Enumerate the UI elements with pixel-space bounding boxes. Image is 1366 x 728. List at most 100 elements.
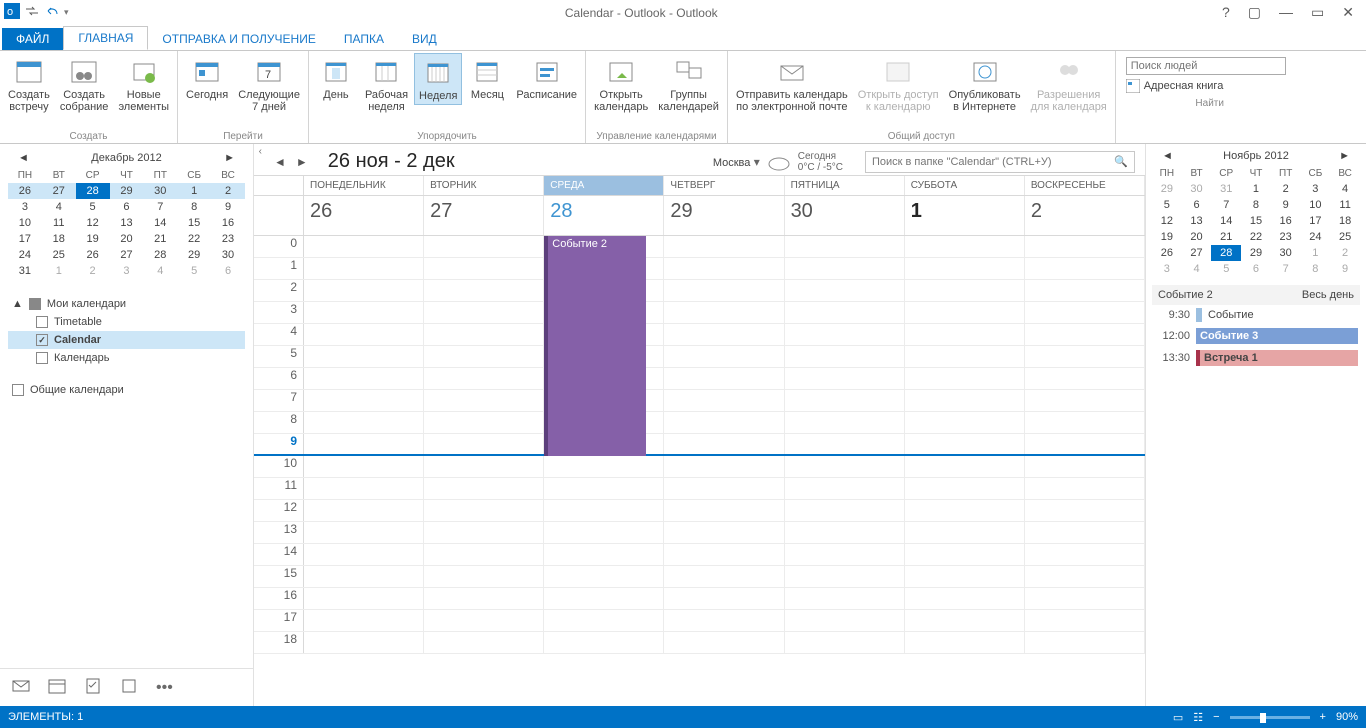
publish-online-button[interactable]: Опубликовать в Интернете — [945, 53, 1025, 115]
week-view-button[interactable]: Неделя — [414, 53, 462, 105]
agenda-item[interactable]: 13:30Встреча 1 — [1152, 347, 1360, 369]
mini-cal-day[interactable]: 8 — [177, 199, 211, 215]
collapse-nav-icon[interactable]: ‹ — [259, 146, 262, 157]
mini-cal-day[interactable]: 1 — [42, 263, 76, 279]
prev-month-icon[interactable]: ◄ — [18, 152, 29, 164]
mini-cal-day[interactable]: 28 — [143, 247, 177, 263]
mini-cal-day[interactable]: 3 — [110, 263, 144, 279]
mini-cal-day[interactable]: 21 — [1211, 229, 1241, 245]
mini-cal-day[interactable]: 11 — [42, 215, 76, 231]
mini-cal-day[interactable]: 28 — [1211, 245, 1241, 261]
mini-cal-day[interactable]: 28 — [76, 183, 110, 199]
calendar-ru[interactable]: Календарь — [8, 349, 245, 367]
date-header[interactable]: 28 — [544, 196, 664, 235]
mini-cal-day[interactable]: 19 — [1152, 229, 1182, 245]
mini-cal-day[interactable]: 13 — [1182, 213, 1212, 229]
date-header[interactable]: 27 — [424, 196, 544, 235]
prev-week-icon[interactable]: ◄ — [274, 155, 286, 169]
search-calendar-box[interactable]: 🔍 — [865, 151, 1135, 173]
mini-cal-day[interactable]: 15 — [1241, 213, 1271, 229]
mini-cal-day[interactable]: 6 — [1182, 197, 1212, 213]
tab-view[interactable]: ВИД — [398, 28, 451, 50]
mini-cal-day[interactable]: 26 — [8, 183, 42, 199]
mini-cal-day[interactable]: 16 — [1271, 213, 1301, 229]
mini-cal-day[interactable]: 1 — [177, 183, 211, 199]
month-view-button[interactable]: Месяц — [464, 53, 510, 103]
mini-cal-day[interactable]: 19 — [76, 231, 110, 247]
mini-cal-day[interactable]: 10 — [8, 215, 42, 231]
day-header[interactable]: ВТОРНИК — [424, 176, 544, 195]
mini-cal-day[interactable]: 22 — [177, 231, 211, 247]
mini-cal-day[interactable]: 2 — [1271, 181, 1301, 197]
mini-cal-day[interactable]: 2 — [211, 183, 245, 199]
shared-calendars-node[interactable]: Общие календари — [8, 381, 245, 399]
mini-cal-day[interactable]: 31 — [8, 263, 42, 279]
date-header[interactable]: 26 — [304, 196, 424, 235]
view-reading-icon[interactable]: ☷ — [1193, 711, 1203, 724]
zoom-in-icon[interactable]: + — [1320, 711, 1326, 723]
mini-cal-day[interactable]: 29 — [177, 247, 211, 263]
mini-cal-day[interactable]: 9 — [1330, 261, 1360, 277]
schedule-view-button[interactable]: Расписание — [512, 53, 581, 103]
mini-cal-day[interactable]: 20 — [1182, 229, 1212, 245]
open-calendar-button[interactable]: Открыть календарь — [590, 53, 652, 115]
mini-cal-day[interactable]: 8 — [1241, 197, 1271, 213]
email-calendar-button[interactable]: Отправить календарь по электронной почте — [732, 53, 852, 115]
mini-cal-day[interactable]: 24 — [1301, 229, 1331, 245]
calendar-event[interactable]: Событие 2 — [544, 236, 646, 456]
mini-cal-day[interactable]: 13 — [110, 215, 144, 231]
mini-cal-day[interactable]: 6 — [110, 199, 144, 215]
mini-cal-day[interactable]: 10 — [1301, 197, 1331, 213]
agenda-item[interactable]: 12:00Событие 3 — [1152, 325, 1360, 347]
nav-more-icon[interactable]: ••• — [156, 679, 173, 697]
mini-cal-day[interactable]: 16 — [211, 215, 245, 231]
tasks-nav-icon[interactable] — [84, 677, 102, 698]
mini-cal-day[interactable]: 23 — [1271, 229, 1301, 245]
mini-cal-day[interactable]: 29 — [110, 183, 144, 199]
mail-nav-icon[interactable] — [12, 677, 30, 698]
address-book-button[interactable]: Адресная книга — [1126, 79, 1294, 93]
new-items-button[interactable]: Новые элементы — [114, 53, 173, 115]
mini-cal-day[interactable]: 4 — [1330, 181, 1360, 197]
mini-cal-day[interactable]: 29 — [1152, 181, 1182, 197]
mini-cal-day[interactable]: 4 — [42, 199, 76, 215]
mini-cal-day[interactable]: 18 — [42, 231, 76, 247]
next-month-icon[interactable]: ► — [224, 152, 235, 164]
close-icon[interactable]: ✕ — [1338, 4, 1358, 21]
mini-cal-day[interactable]: 29 — [1241, 245, 1271, 261]
mini-cal-day[interactable]: 14 — [1211, 213, 1241, 229]
day-header[interactable]: ПОНЕДЕЛЬНИК — [304, 176, 424, 195]
help-icon[interactable]: ? — [1218, 4, 1234, 21]
mini-cal-day[interactable]: 27 — [42, 183, 76, 199]
mini-cal-day[interactable]: 3 — [1301, 181, 1331, 197]
mini-cal-day[interactable]: 9 — [211, 199, 245, 215]
mini-cal-day[interactable]: 6 — [1241, 261, 1271, 277]
notes-nav-icon[interactable] — [120, 677, 138, 698]
mini-cal-day[interactable]: 30 — [143, 183, 177, 199]
mini-cal-day[interactable]: 27 — [1182, 245, 1212, 261]
qat-dropdown-icon[interactable]: ▾ — [64, 7, 69, 18]
mini-cal-day[interactable]: 7 — [143, 199, 177, 215]
next-7-days-button[interactable]: 7Следующие 7 дней — [234, 53, 304, 115]
mini-cal-day[interactable]: 3 — [8, 199, 42, 215]
mini-cal-day[interactable]: 25 — [42, 247, 76, 263]
mini-cal-day[interactable]: 22 — [1241, 229, 1271, 245]
mini-cal-day[interactable]: 25 — [1330, 229, 1360, 245]
day-header[interactable]: ЧЕТВЕРГ — [664, 176, 784, 195]
search-icon[interactable]: 🔍 — [1114, 155, 1128, 168]
mini-cal-day[interactable]: 1 — [1241, 181, 1271, 197]
calendar-groups-button[interactable]: Группы календарей — [654, 53, 723, 115]
mini-cal-day[interactable]: 27 — [110, 247, 144, 263]
mini-cal-day[interactable]: 1 — [1301, 245, 1331, 261]
mini-cal-day[interactable]: 26 — [76, 247, 110, 263]
mini-cal-day[interactable]: 12 — [1152, 213, 1182, 229]
mini-cal-day[interactable]: 21 — [143, 231, 177, 247]
mini-cal-day[interactable]: 11 — [1330, 197, 1360, 213]
date-header[interactable]: 30 — [785, 196, 905, 235]
mini-cal-day[interactable]: 6 — [211, 263, 245, 279]
my-calendars-node[interactable]: ▲Мои календари — [8, 295, 245, 313]
mini-cal-day[interactable]: 4 — [1182, 261, 1212, 277]
new-appointment-button[interactable]: Создать встречу — [4, 53, 54, 115]
mini-cal-day[interactable]: 23 — [211, 231, 245, 247]
search-people-input[interactable] — [1126, 57, 1286, 75]
